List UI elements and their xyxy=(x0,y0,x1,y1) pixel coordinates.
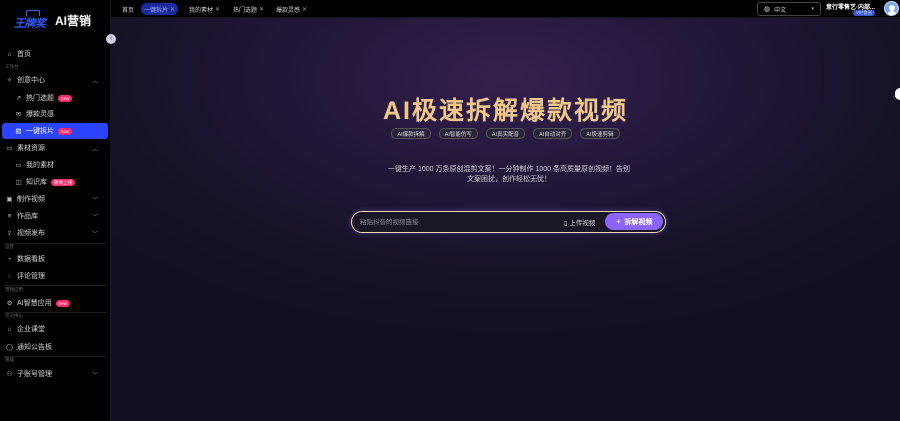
sidebar-item-enterprise[interactable]: ⌂ 企业课堂 xyxy=(2,321,108,337)
chart-icon: ◔ xyxy=(7,255,12,263)
upload-video-button[interactable]: ▯ 上传视频 xyxy=(564,217,595,227)
chevron-down-icon: ▾ xyxy=(811,6,814,12)
sidebar-item-creative-center[interactable]: ✧ 创意中心 ︿ xyxy=(2,72,108,88)
chevron-up-icon: ︿ xyxy=(91,147,98,153)
chevron-down-icon: ﹀ xyxy=(91,373,98,379)
gear-icon: ⚙ xyxy=(6,300,13,307)
chevron-down-icon: ﹀ xyxy=(91,198,98,204)
trend-icon: ↗ xyxy=(15,95,22,102)
sidebar-item-knowledge-base[interactable]: ◫ 知识库 敬请上线 xyxy=(2,174,108,190)
comment-icon: ◌ xyxy=(7,272,12,280)
new-badge: new xyxy=(58,94,73,102)
chevron-up-icon: ︿ xyxy=(91,79,98,85)
sidebar-item-my-assets[interactable]: ▭ 我的素材 xyxy=(2,157,108,173)
upload-icon: ⇪ xyxy=(6,230,13,237)
divider xyxy=(4,243,106,244)
section-marketing: 营销应用 xyxy=(5,287,23,292)
bell-icon: ◯ xyxy=(5,344,14,351)
chevron-left-icon: ‹ xyxy=(109,35,113,42)
wand-icon: ✦ xyxy=(615,218,622,226)
sidebar-item-publish[interactable]: ⇪ 视频发布 ﹀ xyxy=(2,225,108,241)
close-icon[interactable]: ✕ xyxy=(170,6,175,13)
language-select[interactable]: ◍ 中文 ▾ xyxy=(757,2,821,16)
sparkle-icon: ✧ xyxy=(6,77,13,84)
soon-badge: 敬请上线 xyxy=(51,178,75,186)
new-badge: new xyxy=(58,127,73,135)
vip-badge: VIP会员 xyxy=(853,10,876,16)
folder-icon: ▭ xyxy=(6,145,13,152)
close-icon[interactable]: ✕ xyxy=(259,6,264,13)
sidebar-item-assets[interactable]: ▭ 素材资源 ︿ xyxy=(2,140,108,156)
brand-logo[interactable]: 王牌奖 AI营销 xyxy=(0,0,111,40)
sidebar-item-hot-topics[interactable]: ↗ 热门选题 new xyxy=(2,90,108,106)
video-icon: ▣ xyxy=(6,196,13,203)
brand-name: AI营销 xyxy=(55,14,92,28)
home-icon: ⌂ xyxy=(7,50,12,58)
close-icon[interactable]: ✕ xyxy=(302,6,307,13)
hero-title: AI极速拆解爆款视频 xyxy=(382,97,628,125)
feature-pills: AI爆款拆解 AI智能仿写 AI真实配音 AI自动对齐 AI极速剪辑 xyxy=(111,128,900,139)
sidebar-item-one-click-split[interactable]: ▤ 一键拆片 new xyxy=(2,123,108,139)
users-icon: ⚇ xyxy=(6,371,13,378)
avatar[interactable] xyxy=(884,1,899,16)
tab-one-click-split[interactable]: 一键拆片 ✕ xyxy=(141,3,179,15)
section-ops: 运营 xyxy=(5,244,14,249)
folder-icon: ▭ xyxy=(15,162,22,169)
sidebar-item-notice[interactable]: ◯ 通知公告板 xyxy=(2,339,108,355)
globe-icon: ◍ xyxy=(764,6,771,13)
book-icon: ◫ xyxy=(15,179,22,186)
divider xyxy=(4,285,106,286)
hero-description: 一键生产 1000 万条原创混剪文案！一分钟制作 1000 条高质量原创视频！告… xyxy=(388,166,630,183)
feature-pill: AI自动对齐 xyxy=(533,128,573,139)
section-learning: 学习中心 xyxy=(5,313,23,318)
list-icon: ≡ xyxy=(7,212,12,220)
clip-icon: ▤ xyxy=(15,128,22,135)
chevron-down-icon: ﹀ xyxy=(91,215,98,221)
graduation-icon: ⌂ xyxy=(7,325,12,333)
file-icon: ▯ xyxy=(564,220,568,227)
logo-mark: 王牌奖 xyxy=(14,10,52,30)
feature-pill: AI智能仿写 xyxy=(438,128,478,139)
sidebar-item-dashboard[interactable]: ◔ 数据看板 xyxy=(2,251,108,267)
divider xyxy=(4,356,106,357)
sidebar-item-viral-ideas[interactable]: ✉ 爆款灵感 xyxy=(2,106,108,122)
feature-pill: AI爆款拆解 xyxy=(391,128,431,139)
link-search-bar: ▯ 上传视频 ✦拆解视频 xyxy=(351,211,666,233)
analyze-video-button[interactable]: ✦ 拆解视频 xyxy=(605,213,663,230)
new-badge: new xyxy=(55,299,70,307)
close-icon[interactable]: ✕ xyxy=(215,6,220,13)
flame-icon: ✉ xyxy=(15,111,22,118)
chevron-down-icon: ﹀ xyxy=(91,232,98,238)
sidebar-item-ai-apps[interactable]: ⚙ AI智慧应用 new xyxy=(2,295,108,311)
section-workbench: 工作台 xyxy=(5,64,19,69)
sidebar-item-make-video[interactable]: ▣ 制作视频 ﹀ xyxy=(2,191,108,207)
tab-viral-ideas[interactable]: 爆款灵感 ✕ xyxy=(273,3,310,15)
feature-pill: AI真实配音 xyxy=(485,128,526,139)
feature-pill: AI极速剪辑 xyxy=(580,128,620,139)
sidebar-item-works[interactable]: ≡ 作品库 ﹀ xyxy=(2,208,108,224)
sidebar: 王牌奖 AI营销 ⌂ 首页 工作台 ✧ 创意中心 ︿ ↗ 热门选题 new ✉ 爆款灵感… xyxy=(0,0,111,421)
sidebar-item-sub-accounts[interactable]: ⚇ 子账号管理 ﹀ xyxy=(2,366,108,382)
section-admin: 管理 xyxy=(5,357,14,362)
side-float-handle[interactable] xyxy=(895,88,900,100)
tab-hot-topics[interactable]: 热门选题 ✕ xyxy=(230,3,267,15)
video-link-input[interactable] xyxy=(360,216,550,228)
sidebar-item-comments[interactable]: ◌ 评论管理 xyxy=(2,268,108,284)
tab-my-assets[interactable]: 我的素材 ✕ xyxy=(186,3,223,15)
main-content: AI极速拆解爆款视频 AI爆款拆解 AI智能仿写 AI真实配音 AI自动对齐 A… xyxy=(111,18,900,421)
tab-home[interactable]: 首页 xyxy=(119,3,137,15)
logo-script: 王牌奖 xyxy=(14,17,46,30)
collapse-sidebar-button[interactable]: ‹ xyxy=(106,34,116,44)
sidebar-item-home[interactable]: ⌂ 首页 xyxy=(2,46,108,62)
